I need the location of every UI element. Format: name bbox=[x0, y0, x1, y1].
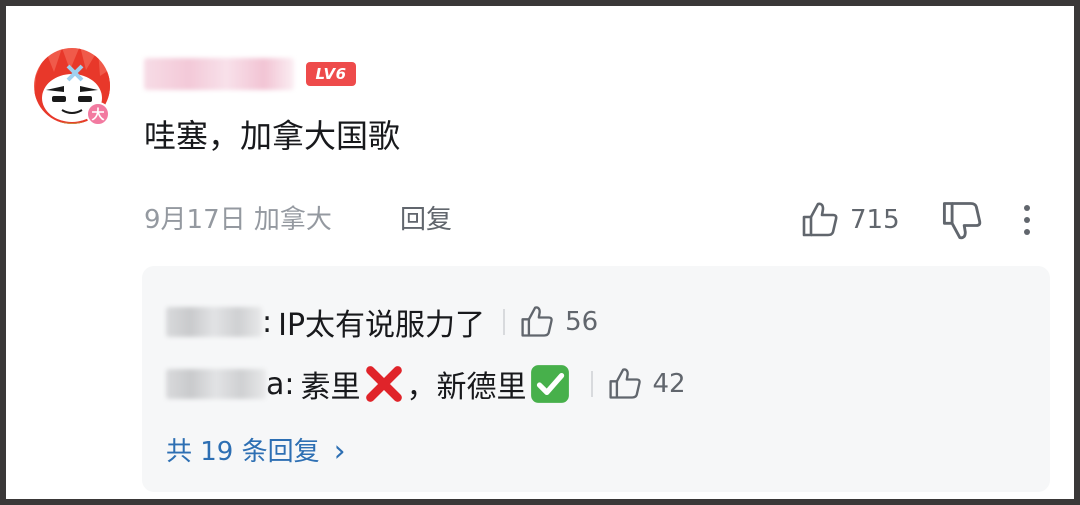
comment-date-location: 9月17日 加拿大 bbox=[144, 205, 332, 235]
comment-card: 大 LV6 哇塞，加拿大国歌 9月17日 加拿大 回复 715 : IP太有说服… bbox=[6, 6, 1074, 499]
divider bbox=[590, 371, 593, 397]
avatar-vip-badge: 大 bbox=[91, 108, 105, 123]
thumbs-up-icon bbox=[521, 306, 553, 337]
chevron-right-icon: › bbox=[333, 434, 346, 469]
reply-text-part: 素里 bbox=[300, 370, 361, 405]
check-mark-emoji-icon bbox=[530, 365, 569, 403]
reply-like-button[interactable]: 42 bbox=[607, 366, 686, 402]
reply-item[interactable]: a: 素里 ，新德里 42 bbox=[166, 362, 686, 406]
level-badge: LV6 bbox=[306, 62, 356, 86]
more-vertical-icon[interactable] bbox=[1012, 200, 1042, 240]
reply-username[interactable] bbox=[166, 307, 262, 337]
divider bbox=[503, 309, 506, 335]
reply-name-suffix: a: bbox=[266, 366, 295, 402]
reply-button[interactable]: 回复 bbox=[400, 200, 452, 240]
comment-text: 哇塞，加拿大国歌 bbox=[144, 117, 401, 155]
total-replies-label: 共 19 条回复 bbox=[166, 437, 320, 467]
reply-text-part: ，新德里 bbox=[406, 370, 527, 405]
username[interactable] bbox=[144, 58, 294, 90]
reply-like-count: 42 bbox=[652, 369, 686, 399]
like-count: 715 bbox=[850, 205, 900, 235]
reply-name-suffix: : bbox=[262, 304, 273, 340]
like-button[interactable]: 715 bbox=[800, 198, 900, 242]
reply-like-button[interactable]: 56 bbox=[519, 304, 598, 340]
thumbs-up-icon bbox=[802, 202, 838, 237]
view-all-replies-link[interactable]: 共 19 条回复 › bbox=[166, 432, 346, 472]
reply-text: IP太有说服力了 bbox=[278, 308, 486, 343]
thumbs-down-icon[interactable] bbox=[940, 198, 984, 242]
reply-item[interactable]: : IP太有说服力了 56 bbox=[166, 300, 598, 344]
reply-like-count: 56 bbox=[565, 307, 599, 337]
thumbs-up-icon bbox=[608, 368, 641, 399]
replies-preview: : IP太有说服力了 56 a: 素里 ，新德里 42 共 19 条回复 › bbox=[142, 266, 1050, 492]
reply-username[interactable] bbox=[166, 369, 266, 399]
cross-mark-emoji-icon bbox=[365, 366, 402, 402]
